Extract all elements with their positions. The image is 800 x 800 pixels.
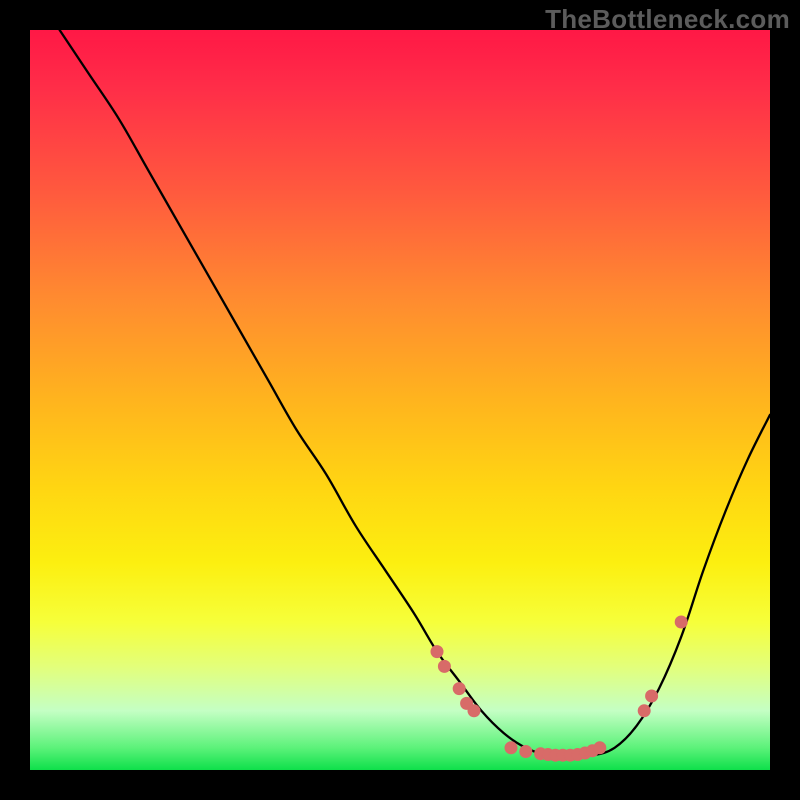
data-point <box>431 646 443 658</box>
data-point <box>594 742 606 754</box>
bottleneck-curve <box>60 30 770 756</box>
data-point <box>468 705 480 717</box>
chart-frame: TheBottleneck.com <box>0 0 800 800</box>
data-point <box>453 683 465 695</box>
data-point <box>505 742 517 754</box>
data-point <box>646 690 658 702</box>
data-points-group <box>431 616 687 761</box>
data-point <box>675 616 687 628</box>
plot-area <box>30 30 770 770</box>
data-point <box>438 660 450 672</box>
data-point <box>638 705 650 717</box>
curve-svg <box>30 30 770 770</box>
data-point <box>520 746 532 758</box>
